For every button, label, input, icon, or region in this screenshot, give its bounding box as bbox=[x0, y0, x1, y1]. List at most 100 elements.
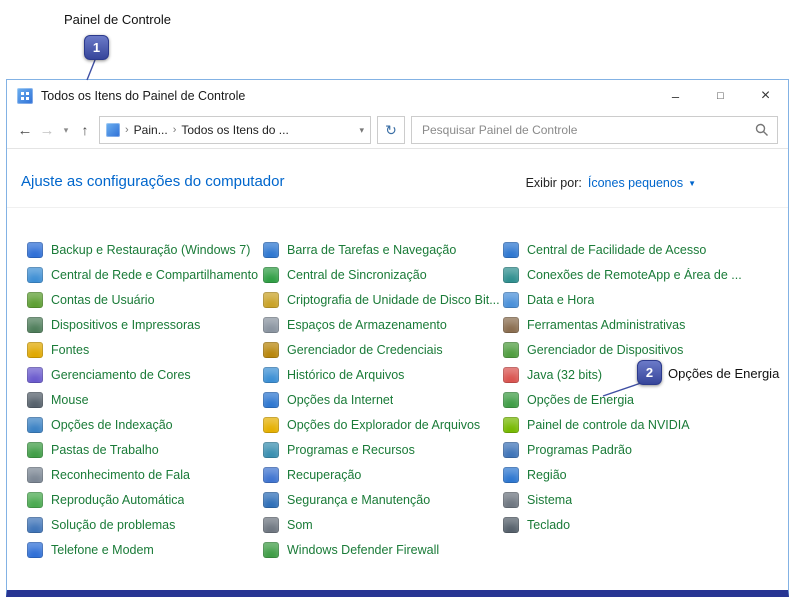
item-conexoes-remoteapp[interactable]: Conexões de RemoteApp e Área de ... bbox=[503, 262, 784, 287]
mouse-icon bbox=[27, 392, 43, 408]
java-icon bbox=[503, 367, 519, 383]
breadcrumb-root[interactable]: Pain... bbox=[134, 123, 168, 137]
sound-icon bbox=[263, 517, 279, 533]
item-opcoes-do-explorador[interactable]: Opções do Explorador de Arquivos bbox=[263, 412, 503, 437]
item-reproducao-automatica[interactable]: Reprodução Automática bbox=[27, 487, 263, 512]
device-manager-icon bbox=[503, 342, 519, 358]
item-teclado[interactable]: Teclado bbox=[503, 512, 784, 537]
callout-badge-2: 2 bbox=[637, 360, 662, 385]
search-icon[interactable] bbox=[755, 123, 769, 137]
item-label: Gerenciamento de Cores bbox=[51, 368, 191, 382]
breadcrumb-separator-icon: › bbox=[125, 124, 129, 136]
item-criptografia-bitlocker[interactable]: Criptografia de Unidade de Disco Bit... bbox=[263, 287, 503, 312]
color-management-icon bbox=[27, 367, 43, 383]
item-espacos-de-armazenamento[interactable]: Espaços de Armazenamento bbox=[263, 312, 503, 337]
region-icon bbox=[503, 467, 519, 483]
item-som[interactable]: Som bbox=[263, 512, 503, 537]
windows-defender-firewall-icon bbox=[263, 542, 279, 558]
network-sharing-center-icon bbox=[27, 267, 43, 283]
item-label: Espaços de Armazenamento bbox=[287, 318, 447, 332]
devices-printers-icon bbox=[27, 317, 43, 333]
item-gerenciamento-de-cores[interactable]: Gerenciamento de Cores bbox=[27, 362, 263, 387]
security-maintenance-icon bbox=[263, 492, 279, 508]
power-options-icon bbox=[503, 392, 519, 408]
item-label: Ferramentas Administrativas bbox=[527, 318, 685, 332]
item-opcoes-da-internet[interactable]: Opções da Internet bbox=[263, 387, 503, 412]
default-programs-icon bbox=[503, 442, 519, 458]
chevron-down-icon: ▼ bbox=[688, 179, 696, 188]
back-button[interactable]: ← bbox=[17, 122, 33, 139]
item-central-de-sincronizacao[interactable]: Central de Sincronização bbox=[263, 262, 503, 287]
item-recuperacao[interactable]: Recuperação bbox=[263, 462, 503, 487]
breadcrumb-current[interactable]: Todos os Itens do ... bbox=[181, 123, 288, 137]
internet-options-icon bbox=[263, 392, 279, 408]
item-pastas-de-trabalho[interactable]: Pastas de Trabalho bbox=[27, 437, 263, 462]
address-bar[interactable]: › Pain... › Todos os Itens do ... ▾ bbox=[99, 116, 371, 144]
items-column-2: Barra de Tarefas e Navegação Central de … bbox=[263, 237, 503, 562]
nvidia-control-panel-icon bbox=[503, 417, 519, 433]
credential-manager-icon bbox=[263, 342, 279, 358]
item-reconhecimento-de-fala[interactable]: Reconhecimento de Fala bbox=[27, 462, 263, 487]
item-programas-padrao[interactable]: Programas Padrão bbox=[503, 437, 784, 462]
item-data-e-hora[interactable]: Data e Hora bbox=[503, 287, 784, 312]
item-opcoes-de-energia[interactable]: Opções de Energia bbox=[503, 387, 784, 412]
item-label: Windows Defender Firewall bbox=[287, 543, 439, 557]
forward-button[interactable]: → bbox=[39, 122, 55, 139]
item-central-de-rede[interactable]: Central de Rede e Compartilhamento bbox=[27, 262, 263, 287]
item-central-de-facilidade[interactable]: Central de Facilidade de Acesso bbox=[503, 237, 784, 262]
refresh-button[interactable]: ↻ bbox=[377, 116, 405, 144]
indexing-options-icon bbox=[27, 417, 43, 433]
view-by-group: Exibir por: Ícones pequenos ▼ bbox=[526, 176, 696, 190]
recovery-icon bbox=[263, 467, 279, 483]
maximize-button[interactable]: □ bbox=[698, 80, 743, 112]
item-ferramentas-administrativas[interactable]: Ferramentas Administrativas bbox=[503, 312, 784, 337]
troubleshooting-icon bbox=[27, 517, 43, 533]
item-regiao[interactable]: Região bbox=[503, 462, 784, 487]
title-bar: Todos os Itens do Painel de Controle – □… bbox=[7, 80, 788, 112]
search-box[interactable] bbox=[411, 116, 778, 144]
phone-modem-icon bbox=[27, 542, 43, 558]
item-contas-de-usuario[interactable]: Contas de Usuário bbox=[27, 287, 263, 312]
item-label: Central de Rede e Compartilhamento bbox=[51, 268, 258, 282]
item-fontes[interactable]: Fontes bbox=[27, 337, 263, 362]
view-by-dropdown[interactable]: Ícones pequenos ▼ bbox=[588, 176, 696, 190]
item-label: Opções de Energia bbox=[527, 393, 634, 407]
item-sistema[interactable]: Sistema bbox=[503, 487, 784, 512]
address-dropdown-chevron-icon[interactable]: ▾ bbox=[359, 125, 364, 136]
item-windows-defender-firewall[interactable]: Windows Defender Firewall bbox=[263, 537, 503, 562]
search-input[interactable] bbox=[420, 122, 749, 138]
item-gerenciador-de-dispositivos[interactable]: Gerenciador de Dispositivos bbox=[503, 337, 784, 362]
item-programas-e-recursos[interactable]: Programas e Recursos bbox=[263, 437, 503, 462]
item-solucao-de-problemas[interactable]: Solução de problemas bbox=[27, 512, 263, 537]
items-grid: Backup e Restauração (Windows 7) Central… bbox=[27, 237, 784, 562]
navigation-toolbar: ← → ▾ ↑ › Pain... › Todos os Itens do ..… bbox=[7, 112, 788, 149]
item-label: Recuperação bbox=[287, 468, 361, 482]
view-by-value: Ícones pequenos bbox=[588, 176, 683, 190]
item-label: Barra de Tarefas e Navegação bbox=[287, 243, 456, 257]
taskbar-navigation-icon bbox=[263, 242, 279, 258]
item-backup-e-restauracao[interactable]: Backup e Restauração (Windows 7) bbox=[27, 237, 263, 262]
item-seguranca-e-manutencao[interactable]: Segurança e Manutenção bbox=[263, 487, 503, 512]
item-opcoes-de-indexacao[interactable]: Opções de Indexação bbox=[27, 412, 263, 437]
item-barra-de-tarefas[interactable]: Barra de Tarefas e Navegação bbox=[263, 237, 503, 262]
minimize-button[interactable]: – bbox=[653, 80, 698, 112]
item-gerenciador-de-credenciais[interactable]: Gerenciador de Credenciais bbox=[263, 337, 503, 362]
item-painel-nvidia[interactable]: Painel de controle da NVIDIA bbox=[503, 412, 784, 437]
item-label: Solução de problemas bbox=[51, 518, 175, 532]
item-telefone-e-modem[interactable]: Telefone e Modem bbox=[27, 537, 263, 562]
file-history-icon bbox=[263, 367, 279, 383]
up-button[interactable]: ↑ bbox=[77, 122, 93, 138]
control-panel-icon[interactable] bbox=[106, 123, 120, 137]
recent-locations-chevron-icon[interactable]: ▾ bbox=[61, 125, 71, 136]
sync-center-icon bbox=[263, 267, 279, 283]
item-dispositivos-e-impressoras[interactable]: Dispositivos e Impressoras bbox=[27, 312, 263, 337]
fonts-icon bbox=[27, 342, 43, 358]
storage-spaces-icon bbox=[263, 317, 279, 333]
item-label: Gerenciador de Credenciais bbox=[287, 343, 443, 357]
backup-restore-icon bbox=[27, 242, 43, 258]
close-button[interactable]: × bbox=[743, 80, 788, 112]
item-historico-de-arquivos[interactable]: Histórico de Arquivos bbox=[263, 362, 503, 387]
view-by-label: Exibir por: bbox=[526, 176, 582, 190]
breadcrumb-separator-icon: › bbox=[173, 124, 177, 136]
item-mouse[interactable]: Mouse bbox=[27, 387, 263, 412]
